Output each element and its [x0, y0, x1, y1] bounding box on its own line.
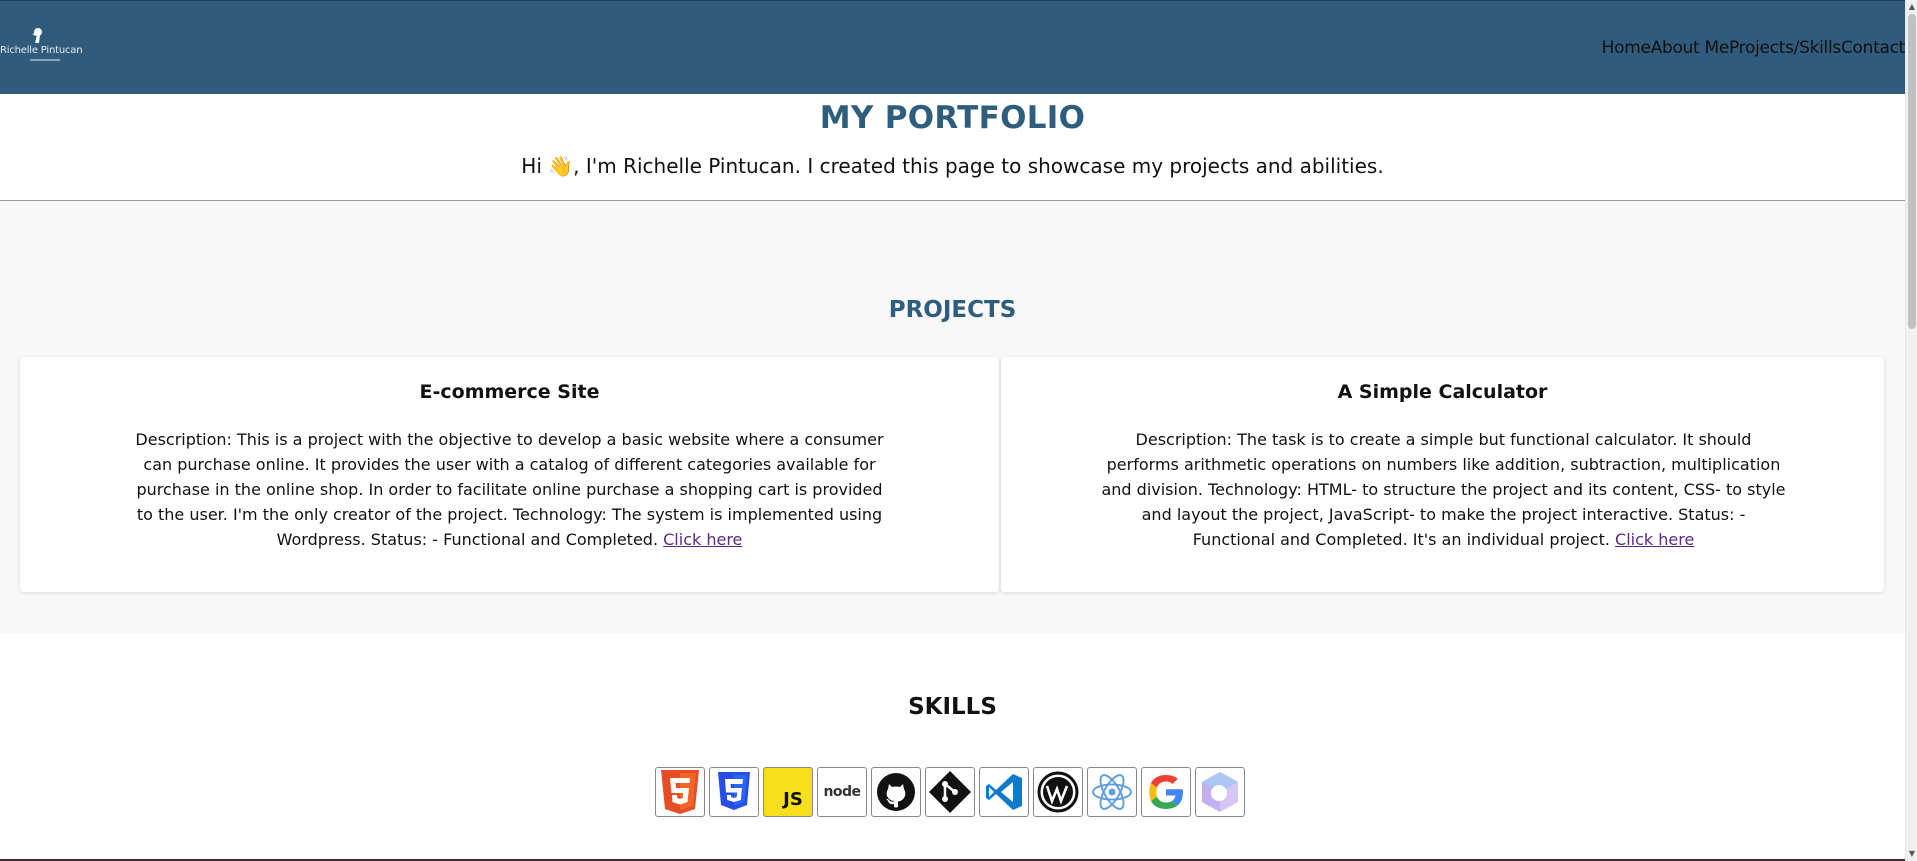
projects-heading: PROJECTS	[888, 297, 1017, 323]
nav-link-contact[interactable]: Contact	[1841, 38, 1905, 58]
nav-link-home[interactable]: Home	[1602, 38, 1651, 58]
scroll-up-arrow-icon[interactable]: ▲	[1908, 2, 1916, 12]
nav-link-projects-skills[interactable]: Projects/Skills	[1729, 38, 1841, 58]
project-card-calculator: A Simple Calculator Description: The tas…	[1001, 357, 1884, 592]
logo-mark-icon	[32, 28, 42, 43]
logo-text: Richelle Pintucan	[0, 45, 83, 56]
intro-text: Hi 👋, I'm Richelle Pintucan. I created t…	[521, 154, 1384, 178]
project-link[interactable]: Click here	[663, 530, 742, 549]
vscode-icon	[979, 767, 1029, 817]
nodejs-icon: node	[817, 767, 867, 817]
nav-link-about-me[interactable]: About Me	[1651, 38, 1730, 58]
project-description-text: Description: This is a project with the …	[135, 430, 884, 549]
project-description: Description: This is a project with the …	[135, 427, 884, 552]
project-card-ecommerce: E-commerce Site Description: This is a p…	[20, 357, 999, 592]
github-icon	[871, 767, 921, 817]
scrollbar[interactable]: ▲ ▼	[1905, 0, 1917, 861]
navbar: Richelle Pintucan Home About Me Projects…	[0, 0, 1905, 94]
react-icon	[1087, 767, 1137, 817]
project-description: Description: The task is to create a sim…	[1101, 427, 1786, 552]
html5-icon	[655, 767, 705, 817]
main-nav: Home About Me Projects/Skills Contact	[1602, 38, 1905, 58]
javascript-label: JS	[783, 788, 803, 810]
skills-heading: SKILLS	[908, 694, 997, 720]
javascript-icon: JS	[763, 767, 813, 817]
nodejs-label: node	[823, 784, 861, 800]
project-title: E-commerce Site	[419, 381, 600, 403]
logo-underline	[30, 59, 60, 61]
project-link[interactable]: Click here	[1615, 530, 1694, 549]
logo[interactable]: Richelle Pintucan	[0, 25, 83, 65]
project-title: A Simple Calculator	[1337, 381, 1548, 403]
page-title: MY PORTFOLIO	[819, 100, 1086, 136]
power-apps-icon	[1195, 767, 1245, 817]
scroll-down-arrow-icon[interactable]: ▼	[1908, 849, 1916, 859]
skills-icons: JS node	[655, 767, 1245, 817]
scroll-thumb[interactable]	[1908, 14, 1916, 329]
css3-icon	[709, 767, 759, 817]
page: Richelle Pintucan Home About Me Projects…	[0, 0, 1905, 861]
git-icon	[925, 767, 975, 817]
google-icon	[1141, 767, 1191, 817]
wordpress-icon	[1033, 767, 1083, 817]
